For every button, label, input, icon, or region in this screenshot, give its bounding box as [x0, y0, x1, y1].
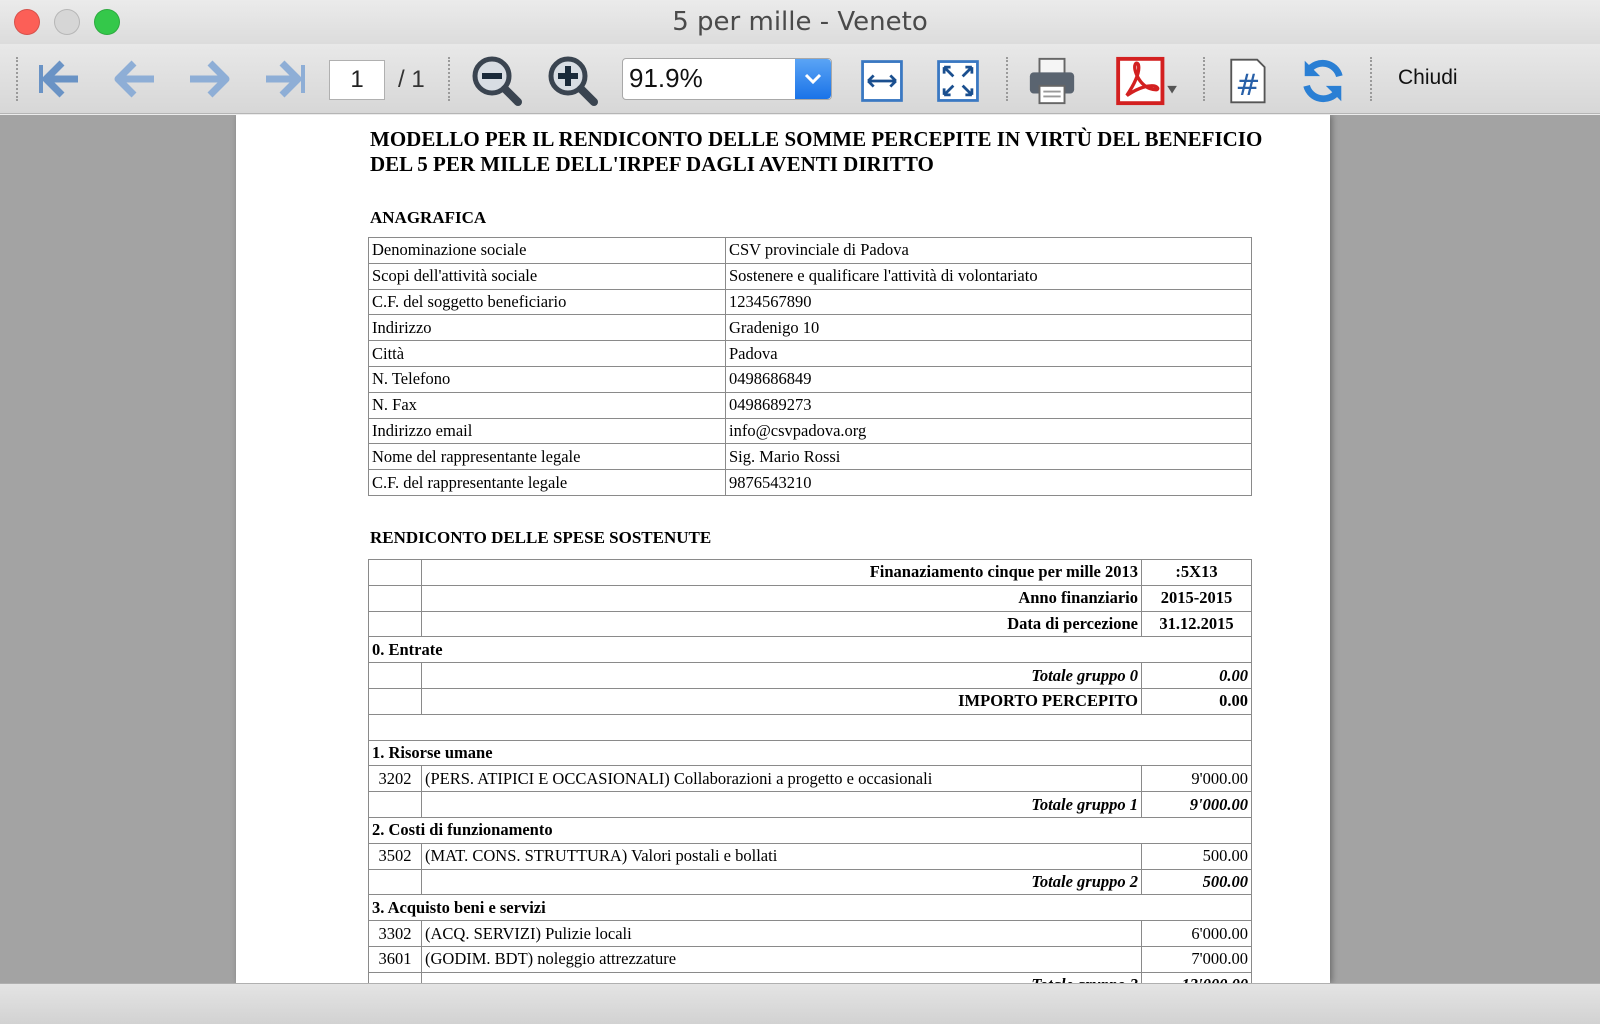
pdf-export-icon [1116, 56, 1177, 106]
next-page-button[interactable] [184, 53, 236, 105]
first-page-icon [39, 60, 78, 98]
table-row: 3502 (MAT. CONS. STRUTTURA) Valori posta… [368, 842, 1252, 870]
document-title: MODELLO PER IL RENDICONTO DELLE SOMME PE… [370, 127, 1263, 176]
prev-page-button[interactable] [108, 53, 160, 105]
fit-page-icon [937, 60, 979, 102]
table-row: Indirizzo email info@csvpadova.org [368, 417, 1252, 445]
group-total-row: Totale gruppo 2 500.00 [368, 868, 1252, 896]
pdf-export-button[interactable] [1114, 54, 1182, 108]
field-label: C.F. del rappresentante legale [368, 469, 726, 496]
rendiconto-heading: RENDICONTO DELLE SPESE SOSTENUTE [370, 528, 712, 547]
field-value: Padova [725, 340, 1252, 367]
close-button[interactable]: Chiudi [1398, 66, 1458, 90]
field-value: 1234567890 [725, 288, 1252, 316]
fit-page-button[interactable] [931, 54, 985, 108]
group-heading-row: 0. Entrate [368, 636, 1252, 664]
anagrafica-heading: ANAGRAFICA [370, 208, 487, 227]
field-label: N. Telefono [368, 365, 726, 393]
field-value: Sig. Mario Rossi [725, 443, 1252, 471]
anagrafica-table: Denominazione sociale CSV provinciale di … [368, 237, 1252, 496]
minimize-window-button[interactable] [54, 9, 80, 35]
refresh-icon [1303, 59, 1343, 103]
field-label: Scopi dell'attività sociale [368, 262, 726, 290]
toolbar-separator [1370, 57, 1373, 101]
table-row: N. Telefono 0498686849 [368, 365, 1252, 393]
field-value: CSV provinciale di Padova [725, 237, 1252, 264]
field-value: info@csvpadova.org [725, 417, 1252, 445]
title-bar: 5 per mille - Veneto [0, 0, 1600, 44]
prev-page-icon [114, 60, 154, 98]
group-heading-row: 3. Acquisto beni e servizi [368, 894, 1252, 922]
chevron-down-icon[interactable] [795, 59, 831, 99]
print-icon [1029, 57, 1075, 105]
field-label: Indirizzo email [368, 417, 726, 445]
last-page-button[interactable] [258, 53, 310, 105]
window-controls [14, 9, 120, 35]
spacer-row [368, 713, 1252, 741]
page-total-label: / 1 [398, 66, 425, 93]
toolbar-separator [1203, 57, 1206, 101]
group-heading-row: 2. Costi di funzionamento [368, 816, 1252, 844]
table-row: 3202 (PERS. ATIPICI E OCCASIONALI) Colla… [368, 765, 1252, 793]
table-row: 3302 (ACQ. SERVIZI) Pulizie locali 6'000… [368, 920, 1252, 947]
page-number-icon: # [1230, 58, 1266, 104]
zoom-in-icon [548, 56, 598, 106]
zoom-window-button[interactable] [94, 9, 120, 35]
fit-width-icon [861, 60, 903, 102]
zoom-level-value: 91.9% [629, 63, 703, 93]
window-title: 5 per mille - Veneto [672, 7, 928, 37]
toolbar-separator [1006, 57, 1009, 101]
table-row: Scopi dell'attività sociale Sostenere e q… [368, 262, 1252, 290]
next-page-icon [190, 60, 230, 98]
table-row: 3601 (GODIM. BDT) noleggio attrezzature … [368, 945, 1252, 973]
page-number-input[interactable]: 1 [329, 60, 385, 100]
document-viewer[interactable]: MODELLO PER IL RENDICONTO DELLE SOMME PE… [0, 115, 1600, 983]
field-value: Sostenere e qualificare l'attività di vo… [725, 262, 1252, 290]
close-window-button[interactable] [14, 9, 40, 35]
table-row: Anno finanziario 2015-2015 [368, 584, 1252, 612]
zoom-out-button[interactable] [470, 54, 524, 108]
table-row: C.F. del soggetto beneficiario 1234567890 [368, 288, 1252, 316]
zoom-in-button[interactable] [546, 54, 600, 108]
svg-text:#: # [1236, 68, 1261, 102]
field-label: Nome del rappresentante legale [368, 443, 726, 471]
field-value: 0498686849 [725, 365, 1252, 393]
field-value: 9876543210 [725, 469, 1252, 496]
group-total-row: Totale gruppo 1 9'000.00 [368, 791, 1252, 818]
table-row: N. Fax 0498689273 [368, 391, 1252, 419]
rendiconto-table: Finanaziamento cinque per mille 2013 :5X… [368, 559, 1252, 983]
field-label: Indirizzo [368, 314, 726, 342]
table-row: Nome del rappresentante legale Sig. Mario… [368, 443, 1252, 471]
toolbar: 1 / 1 91.9% # Chiudi [0, 44, 1600, 114]
status-bar [0, 983, 1600, 1024]
last-page-icon [266, 60, 305, 98]
table-row: Città Padova [368, 340, 1252, 367]
toolbar-grip [16, 57, 19, 101]
field-label: Denominazione sociale [368, 237, 726, 264]
field-label: N. Fax [368, 391, 726, 419]
table-row: Denominazione sociale CSV provinciale di … [368, 237, 1252, 264]
zoom-out-icon [472, 56, 522, 106]
zoom-level-select[interactable]: 91.9% [622, 58, 832, 100]
page-number-button[interactable]: # [1220, 54, 1274, 108]
toolbar-separator [448, 57, 451, 101]
print-button[interactable] [1025, 54, 1079, 108]
group-total-row: Totale gruppo 0 0.00 [368, 662, 1252, 689]
refresh-button[interactable] [1296, 54, 1350, 108]
field-value: 0498689273 [725, 391, 1252, 419]
table-row: Indirizzo Gradenigo 10 [368, 314, 1252, 342]
field-label: C.F. del soggetto beneficiario [368, 288, 726, 316]
table-row: C.F. del rappresentante legale 9876543210 [368, 469, 1252, 496]
importo-percepito-row: IMPORTO PERCEPITO 0.00 [368, 687, 1252, 715]
document-page: MODELLO PER IL RENDICONTO DELLE SOMME PE… [236, 115, 1330, 983]
table-row: Finanaziamento cinque per mille 2013 :5X… [368, 559, 1252, 586]
fit-width-button[interactable] [855, 54, 909, 108]
group-heading-row: 1. Risorse umane [368, 739, 1252, 767]
field-label: Città [368, 340, 726, 367]
table-row: Data di percezione 31.12.2015 [368, 610, 1252, 638]
first-page-button[interactable] [34, 53, 86, 105]
field-value: Gradenigo 10 [725, 314, 1252, 342]
group-total-row: Totale gruppo 3 13'000.00 [368, 971, 1252, 983]
